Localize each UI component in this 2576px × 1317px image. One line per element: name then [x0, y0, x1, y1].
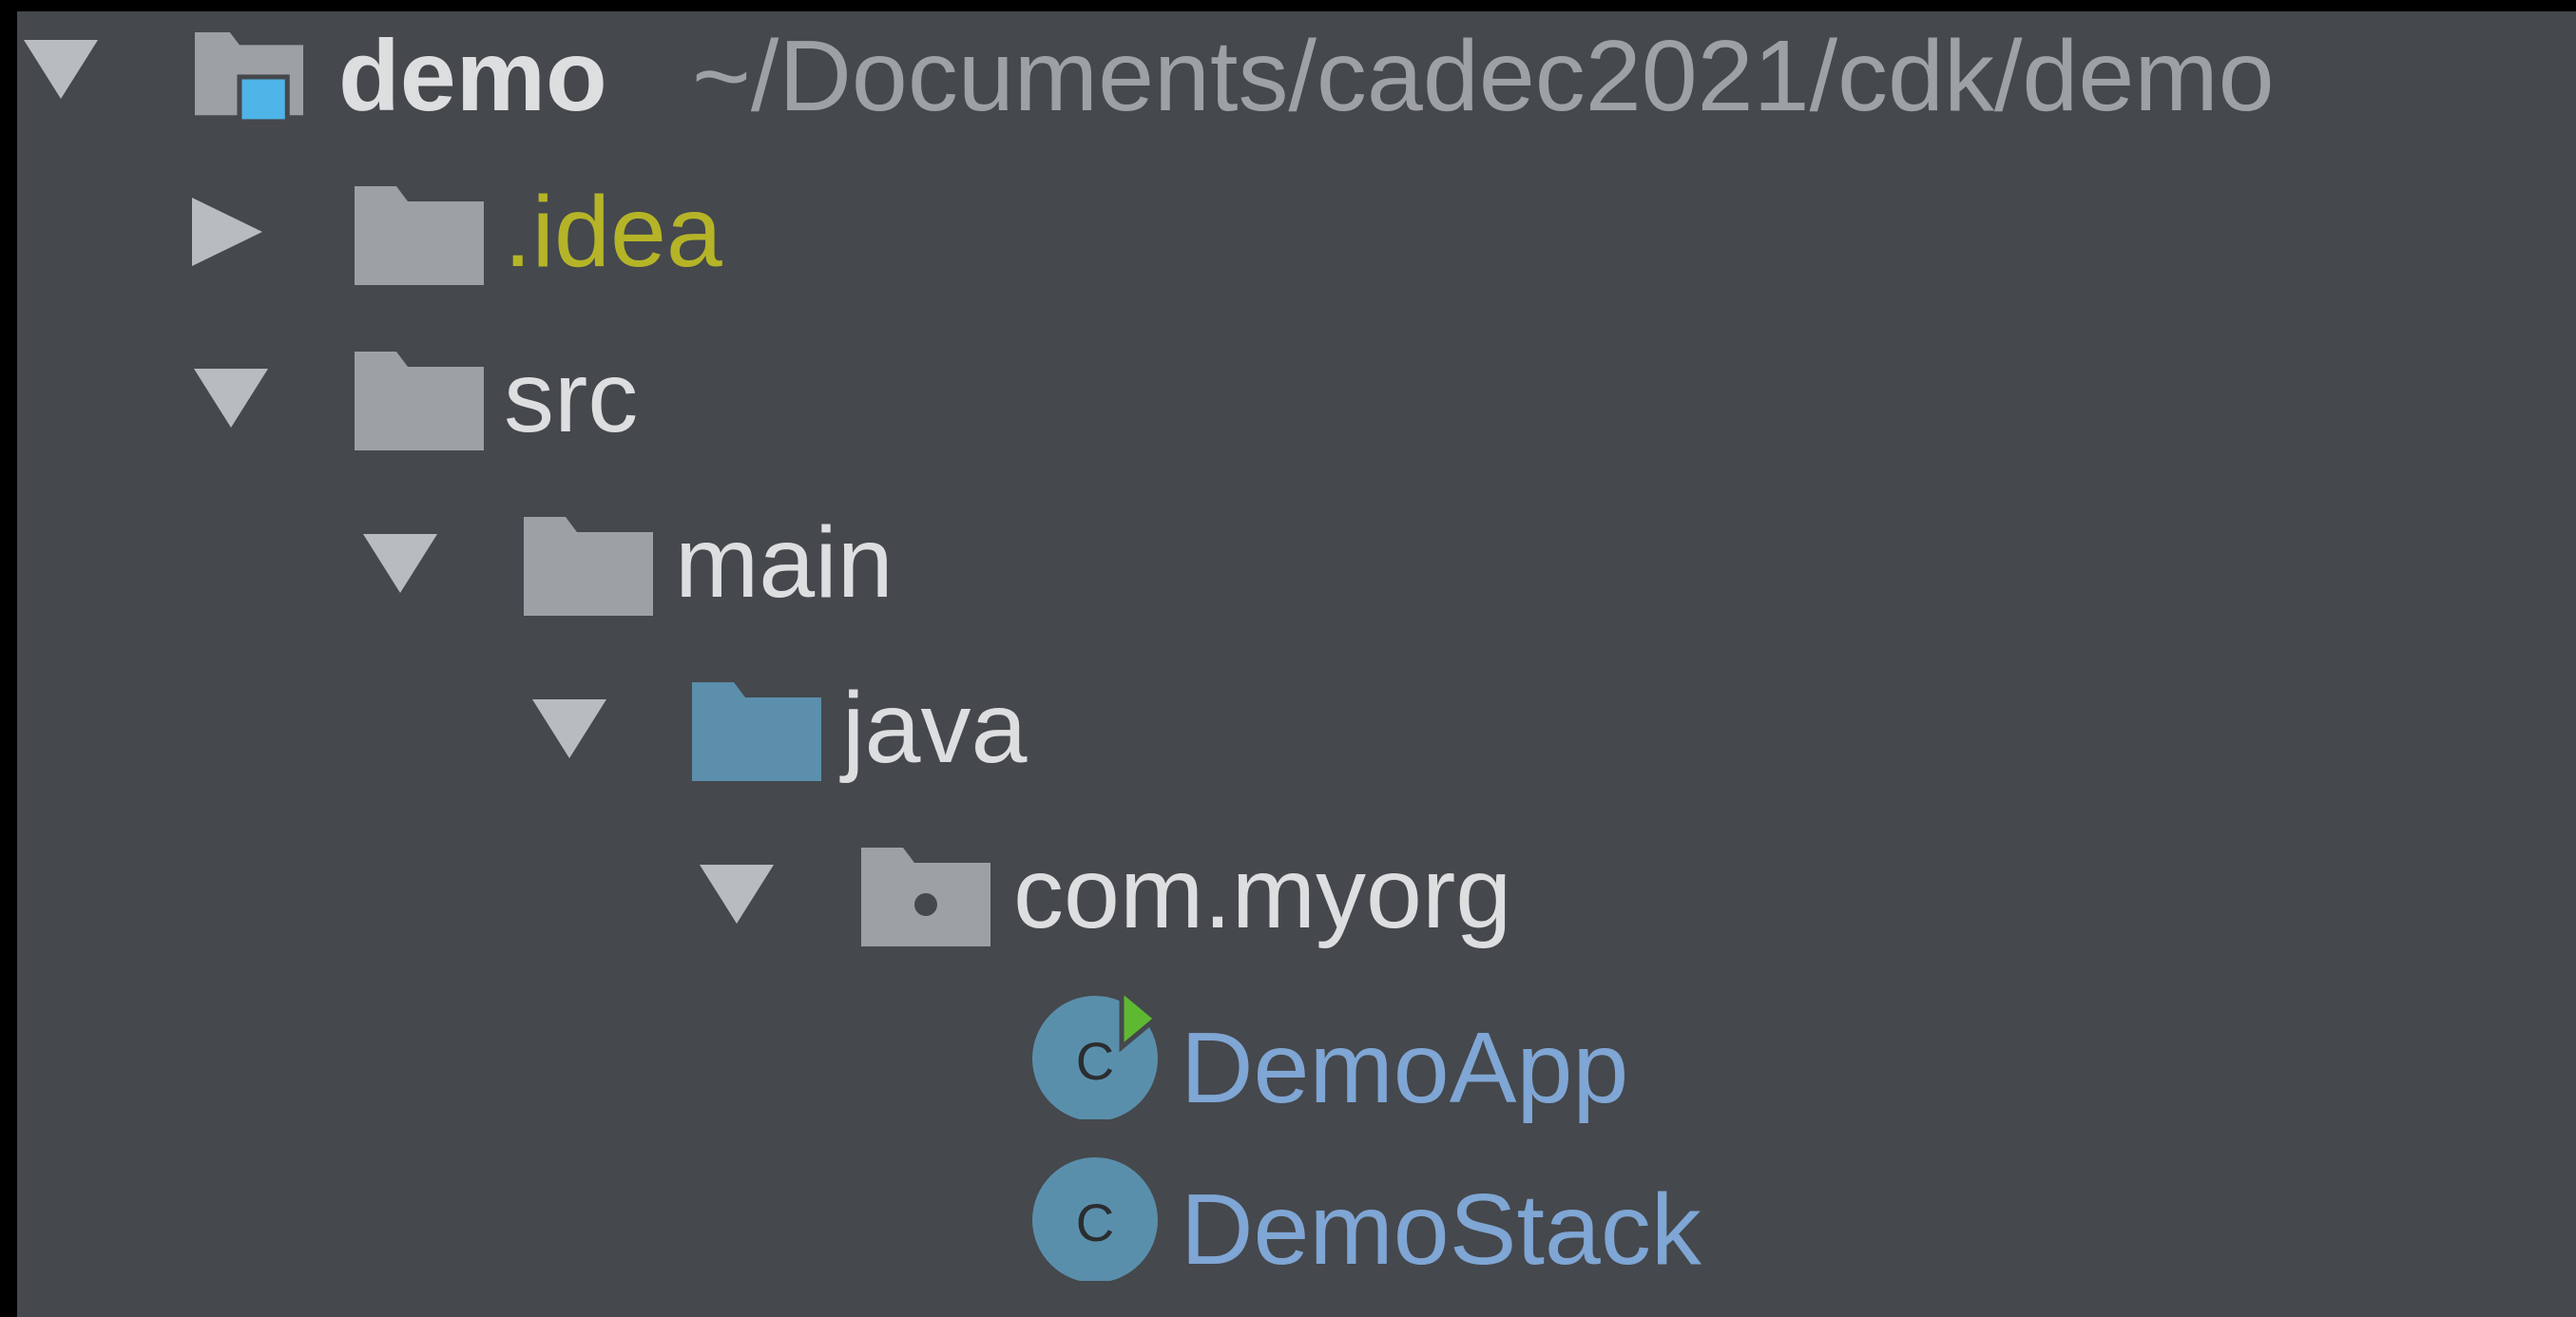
tree-row-src[interactable]: src — [17, 340, 2576, 473]
chevron-right-icon[interactable] — [192, 198, 262, 266]
project-name: demo — [338, 20, 607, 132]
runnable-class-icon: C — [1032, 990, 1160, 1119]
tree-item-label: DemoStack — [1181, 1174, 1701, 1286]
class-letter: C — [1076, 1193, 1114, 1252]
tree-row-idea[interactable]: .idea — [17, 175, 2576, 308]
tree-row-demostack[interactable]: C DemoStack — [17, 1152, 2576, 1286]
chevron-down-icon[interactable] — [24, 40, 98, 99]
tree-row-com-myorg[interactable]: com.myorg — [17, 836, 2576, 969]
tree-row-demo[interactable]: demo ~/Documents/cadec2021/cdk/demo — [17, 11, 2576, 144]
folder-icon — [355, 352, 484, 450]
tree-item-label: .idea — [504, 176, 722, 288]
folder-icon — [524, 517, 653, 616]
chevron-down-icon[interactable] — [194, 369, 268, 428]
class-letter: C — [1076, 1031, 1114, 1091]
project-folder-icon — [194, 32, 304, 124]
project-tree-panel: demo ~/Documents/cadec2021/cdk/demo .ide… — [17, 11, 2576, 1317]
chevron-down-icon[interactable] — [532, 699, 606, 758]
chevron-down-icon[interactable] — [700, 865, 774, 924]
source-folder-icon — [692, 682, 821, 781]
tree-item-label: DemoApp — [1181, 1012, 1629, 1124]
class-icon: C — [1032, 1157, 1158, 1281]
tree-item-label: main — [675, 506, 894, 619]
project-path: ~/Documents/cadec2021/cdk/demo — [692, 20, 2275, 132]
chevron-down-icon[interactable] — [363, 534, 437, 593]
tree-row-demoapp[interactable]: C DemoApp — [17, 990, 2576, 1124]
tree-item-label: java — [842, 672, 1028, 784]
tree-row-main[interactable]: main — [17, 506, 2576, 639]
package-icon — [861, 848, 990, 946]
tree-item-label: src — [504, 341, 639, 453]
tree-row-java[interactable]: java — [17, 671, 2576, 804]
tree-item-label: com.myorg — [1013, 837, 1512, 949]
folder-icon — [355, 186, 484, 285]
